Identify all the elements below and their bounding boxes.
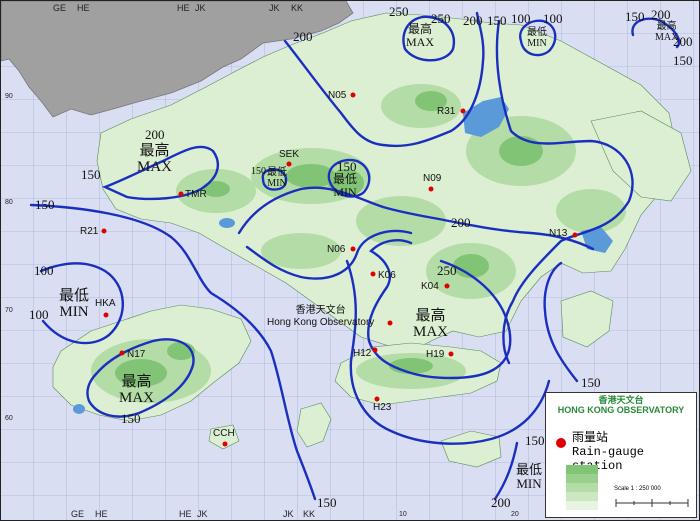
rainfall-map: GE HE HE JK JK KK GE HE HE JK JK KK 90 8…: [0, 0, 700, 521]
isohyet-label: 200: [145, 127, 165, 142]
observatory-label: 香港天文台 Hong Kong Observatory: [267, 305, 375, 328]
isohyet-label: 100: [543, 11, 563, 26]
station-label-n13: N13: [549, 228, 568, 239]
grid-label-top: JK: [195, 3, 206, 13]
rain-gauge-dot-icon: [556, 438, 566, 448]
grid-label-top: HE: [77, 3, 90, 13]
station-label-r21: R21: [80, 226, 99, 237]
scale-text: Scale 1 : 250 000: [614, 486, 661, 492]
isohyet-label: 150: [673, 53, 693, 68]
isohyet-label: 150: [317, 495, 337, 510]
reservoir-small-1: [219, 218, 235, 228]
extremum-label: 最高 MAX: [406, 22, 435, 49]
isohyet-label: 100: [511, 11, 531, 26]
station-label-hka: HKA: [95, 298, 116, 309]
station-marker-h19: [448, 351, 454, 357]
grid-label-top: JK: [269, 3, 280, 13]
isohyet-label: 100: [34, 263, 54, 278]
scale-bar: [615, 499, 689, 507]
station-marker-n06: [350, 246, 356, 252]
grid-tick-left: 80: [5, 199, 13, 206]
isohyet-label: 150: [525, 433, 545, 448]
grid-tick-bottom: 10: [399, 511, 407, 518]
station-label-h12: H12: [353, 348, 372, 359]
extremum-label: 最低 MIN: [333, 172, 358, 199]
extremum-label: 最高 MAX: [413, 308, 449, 340]
grid-label-bottom: JK: [197, 509, 208, 519]
station-marker-n17: [119, 350, 125, 356]
isohyet-label: 200: [463, 13, 483, 28]
station-label-k04: K04: [421, 281, 439, 292]
isohyet-label: 200: [491, 495, 511, 510]
isohyet-label: 150: [487, 13, 507, 28]
grid-label-bottom: HE: [179, 509, 192, 519]
station-marker-h23: [374, 396, 380, 402]
observatory-marker: [387, 320, 393, 326]
grid-label-top: HE: [177, 3, 190, 13]
station-marker-r31: [460, 108, 466, 114]
extremum-label: 最低 MIN: [516, 462, 543, 491]
isohyet-label: 150: [35, 197, 55, 212]
station-marker-h12: [372, 347, 378, 353]
grid-label-bottom: JK: [283, 509, 294, 519]
station-label-tmr: TMR: [185, 189, 207, 200]
extremum-label: 最低 MIN: [267, 167, 287, 189]
isohyet-label: 200: [451, 215, 471, 230]
extremum-label: 最高 MAX: [655, 21, 679, 43]
station-marker-n05: [350, 92, 356, 98]
station-marker-tmr: [178, 191, 184, 197]
grid-label-bottom: KK: [303, 509, 316, 519]
station-marker-k04: [444, 283, 450, 289]
legend: 香港天文台 HONG KONG OBSERVATORY 雨量站 Rain-gauge…: [545, 392, 697, 518]
station-label-h19: H19: [426, 349, 445, 360]
station-marker-n13: [572, 232, 578, 238]
station-marker-r21: [101, 228, 107, 234]
station-label-n17: N17: [127, 349, 146, 360]
isohyet-label: 200: [293, 29, 313, 44]
isohyet-label: 100: [29, 307, 49, 322]
isohyet-label: 250: [389, 4, 409, 19]
grid-label-top: GE: [53, 3, 67, 13]
grid-tick-left: 90: [5, 93, 13, 100]
isohyet-label: 150: [251, 166, 266, 177]
station-label-sek: SEK: [279, 149, 300, 160]
extremum-label: 最高 MAX: [137, 143, 173, 175]
isohyet-label: 250: [437, 263, 457, 278]
station-label-h23: H23: [373, 402, 392, 413]
isohyet-label: 150: [581, 375, 601, 390]
grid-label-bottom: GE: [71, 509, 85, 519]
station-marker-cch: [222, 441, 228, 447]
grid-label-top: KK: [291, 3, 304, 13]
extremum-label: 最高 MAX: [119, 374, 155, 406]
station-marker-n09: [428, 186, 434, 192]
isohyet-label: 150: [625, 9, 645, 24]
reservoir-small-2: [73, 404, 85, 414]
station-marker-k06: [370, 271, 376, 277]
grid-tick-bottom: 20: [511, 511, 519, 518]
station-label-k06: K06: [378, 270, 396, 281]
grid-tick-left: 60: [5, 415, 13, 422]
isohyet-label: 150: [81, 167, 101, 182]
grid-label-bottom: HE: [95, 509, 108, 519]
extremum-label: 最低 MIN: [59, 288, 90, 320]
grid-tick-left: 70: [5, 307, 13, 314]
station-label-n05: N05: [328, 90, 347, 101]
isohyet-label: 150: [121, 411, 141, 426]
extremum-label: 最低 MIN: [527, 27, 547, 49]
station-marker-hka: [103, 312, 109, 318]
station-marker-sek: [286, 161, 292, 167]
station-label-cch: CCH: [213, 428, 235, 439]
station-label-r31: R31: [437, 106, 456, 117]
legend-header: 香港天文台 HONG KONG OBSERVATORY: [557, 395, 685, 415]
station-label-n09: N09: [423, 173, 442, 184]
elevation-colour-bar: [566, 465, 598, 510]
station-label-n06: N06: [327, 244, 346, 255]
